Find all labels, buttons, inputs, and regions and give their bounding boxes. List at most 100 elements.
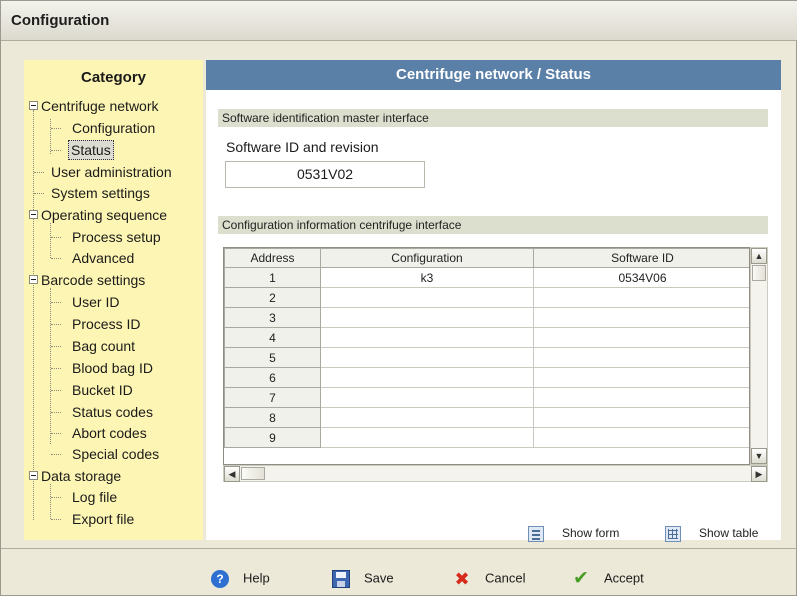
cell-configuration[interactable] (320, 287, 534, 308)
title-bar: Configuration (1, 1, 797, 41)
show-table-button[interactable]: Show table (665, 526, 758, 542)
cell-software-id[interactable] (533, 407, 749, 428)
cell-software-id[interactable] (533, 307, 749, 328)
tree-item-status[interactable]: Status (68, 140, 114, 160)
tree-item-barcode-settings[interactable]: Barcode settings (41, 271, 145, 289)
scroll-up-button[interactable]: ▲ (751, 248, 767, 264)
table-row[interactable]: 8 (224, 407, 749, 428)
configuration-grid[interactable]: Address Configuration Software ID 1 k3 053… (223, 247, 750, 465)
vertical-scrollbar[interactable]: ▲ ▼ (750, 247, 768, 465)
scroll-right-button[interactable]: ▶ (751, 466, 767, 482)
software-id-field: 0531V02 (225, 161, 425, 188)
grid-header-row: Address Configuration Software ID (224, 248, 749, 268)
cell-configuration[interactable] (320, 427, 534, 448)
table-icon (665, 526, 681, 542)
main-panel: Centrifuge network / Status Software ide… (206, 60, 781, 542)
cell-software-id[interactable] (533, 347, 749, 368)
tree-branch (51, 128, 61, 129)
accept-label: Accept (604, 570, 644, 586)
tree-branch (51, 302, 61, 303)
cell-software-id[interactable] (533, 327, 749, 348)
tree-item-advanced[interactable]: Advanced (72, 249, 134, 267)
show-form-button[interactable]: Show form (528, 526, 619, 542)
help-button[interactable]: ? Help (211, 570, 270, 588)
save-button[interactable]: Save (332, 570, 394, 588)
column-header-software-id[interactable]: Software ID (533, 248, 749, 268)
tree-branch (51, 390, 61, 391)
cell-software-id[interactable] (533, 367, 749, 388)
tree-branch (51, 454, 61, 455)
cell-configuration[interactable] (320, 327, 534, 348)
column-header-address[interactable]: Address (224, 248, 321, 268)
tree-branch (34, 193, 44, 194)
tree-branch (51, 324, 61, 325)
tree-item-process-id[interactable]: Process ID (72, 315, 140, 333)
tree-item-log-file[interactable]: Log file (72, 488, 117, 506)
configuration-window: Configuration Category Centrifuge networ… (0, 0, 797, 596)
collapse-toggle[interactable] (29, 210, 38, 219)
tree-branch (51, 150, 61, 151)
tree-item-export-file[interactable]: Export file (72, 510, 134, 528)
save-icon (332, 570, 350, 588)
tree-branch (51, 433, 61, 434)
category-heading: Category (80, 69, 147, 86)
tree-item-centrifuge-network[interactable]: Centrifuge network (41, 97, 159, 115)
table-row[interactable]: 2 (224, 287, 749, 308)
cell-software-id[interactable] (533, 387, 749, 408)
cell-configuration[interactable] (320, 367, 534, 388)
tree-item-configuration[interactable]: Configuration (72, 119, 155, 137)
table-row[interactable]: 6 (224, 367, 749, 388)
cell-address: 1 (224, 267, 321, 288)
tree-item-abort-codes[interactable]: Abort codes (72, 424, 147, 442)
window-title: Configuration (11, 12, 110, 29)
collapse-toggle[interactable] (29, 471, 38, 480)
cancel-button[interactable]: ✖ Cancel (453, 570, 525, 588)
cell-software-id[interactable] (533, 287, 749, 308)
category-sidebar: Category Centrifuge network Configuratio… (24, 60, 203, 540)
column-header-configuration[interactable]: Configuration (320, 248, 534, 268)
vertical-scroll-thumb[interactable] (752, 265, 766, 281)
tree-connector (50, 484, 51, 519)
cell-configuration[interactable] (320, 347, 534, 368)
scroll-left-button[interactable]: ◀ (224, 466, 240, 482)
collapse-toggle[interactable] (29, 101, 38, 110)
panel-header: Centrifuge network / Status (206, 60, 781, 90)
tree-branch (51, 519, 61, 520)
cell-configuration[interactable] (320, 407, 534, 428)
form-icon (528, 526, 544, 542)
cell-software-id[interactable]: 0534V06 (533, 267, 749, 288)
tree-connector (50, 288, 51, 444)
table-row[interactable]: 7 (224, 387, 749, 408)
table-row[interactable]: 5 (224, 347, 749, 368)
scroll-down-button[interactable]: ▼ (751, 448, 767, 464)
table-row[interactable]: 9 (224, 427, 749, 448)
cell-configuration[interactable] (320, 387, 534, 408)
tree-item-blood-bag-id[interactable]: Blood bag ID (72, 359, 153, 377)
save-label: Save (364, 570, 394, 586)
tree-item-process-setup[interactable]: Process setup (72, 228, 161, 246)
tree-item-bucket-id[interactable]: Bucket ID (72, 381, 133, 399)
tree-branch (51, 237, 61, 238)
tree-item-operating-sequence[interactable]: Operating sequence (41, 206, 167, 224)
cell-software-id[interactable] (533, 427, 749, 448)
table-row[interactable]: 3 (224, 307, 749, 328)
tree-item-special-codes[interactable]: Special codes (72, 445, 159, 463)
collapse-toggle[interactable] (29, 275, 38, 284)
table-row[interactable]: 1 k3 0534V06 (224, 267, 749, 288)
tree-item-user-administration[interactable]: User administration (51, 163, 172, 181)
cell-configuration[interactable]: k3 (320, 267, 534, 288)
tree-branch (51, 368, 61, 369)
tree-item-system-settings[interactable]: System settings (51, 184, 150, 202)
cancel-label: Cancel (485, 570, 526, 586)
tree-item-data-storage[interactable]: Data storage (41, 467, 121, 485)
horizontal-scroll-thumb[interactable] (241, 467, 265, 480)
table-row[interactable]: 4 (224, 327, 749, 348)
cell-configuration[interactable] (320, 307, 534, 328)
horizontal-scrollbar[interactable]: ◀ ▶ (223, 465, 768, 482)
accept-button[interactable]: ✔ Accept (572, 569, 644, 588)
tree-branch (51, 258, 61, 259)
footer-separator (1, 548, 797, 549)
tree-item-bag-count[interactable]: Bag count (72, 337, 135, 355)
tree-item-status-codes[interactable]: Status codes (72, 403, 153, 421)
tree-item-user-id[interactable]: User ID (72, 293, 119, 311)
